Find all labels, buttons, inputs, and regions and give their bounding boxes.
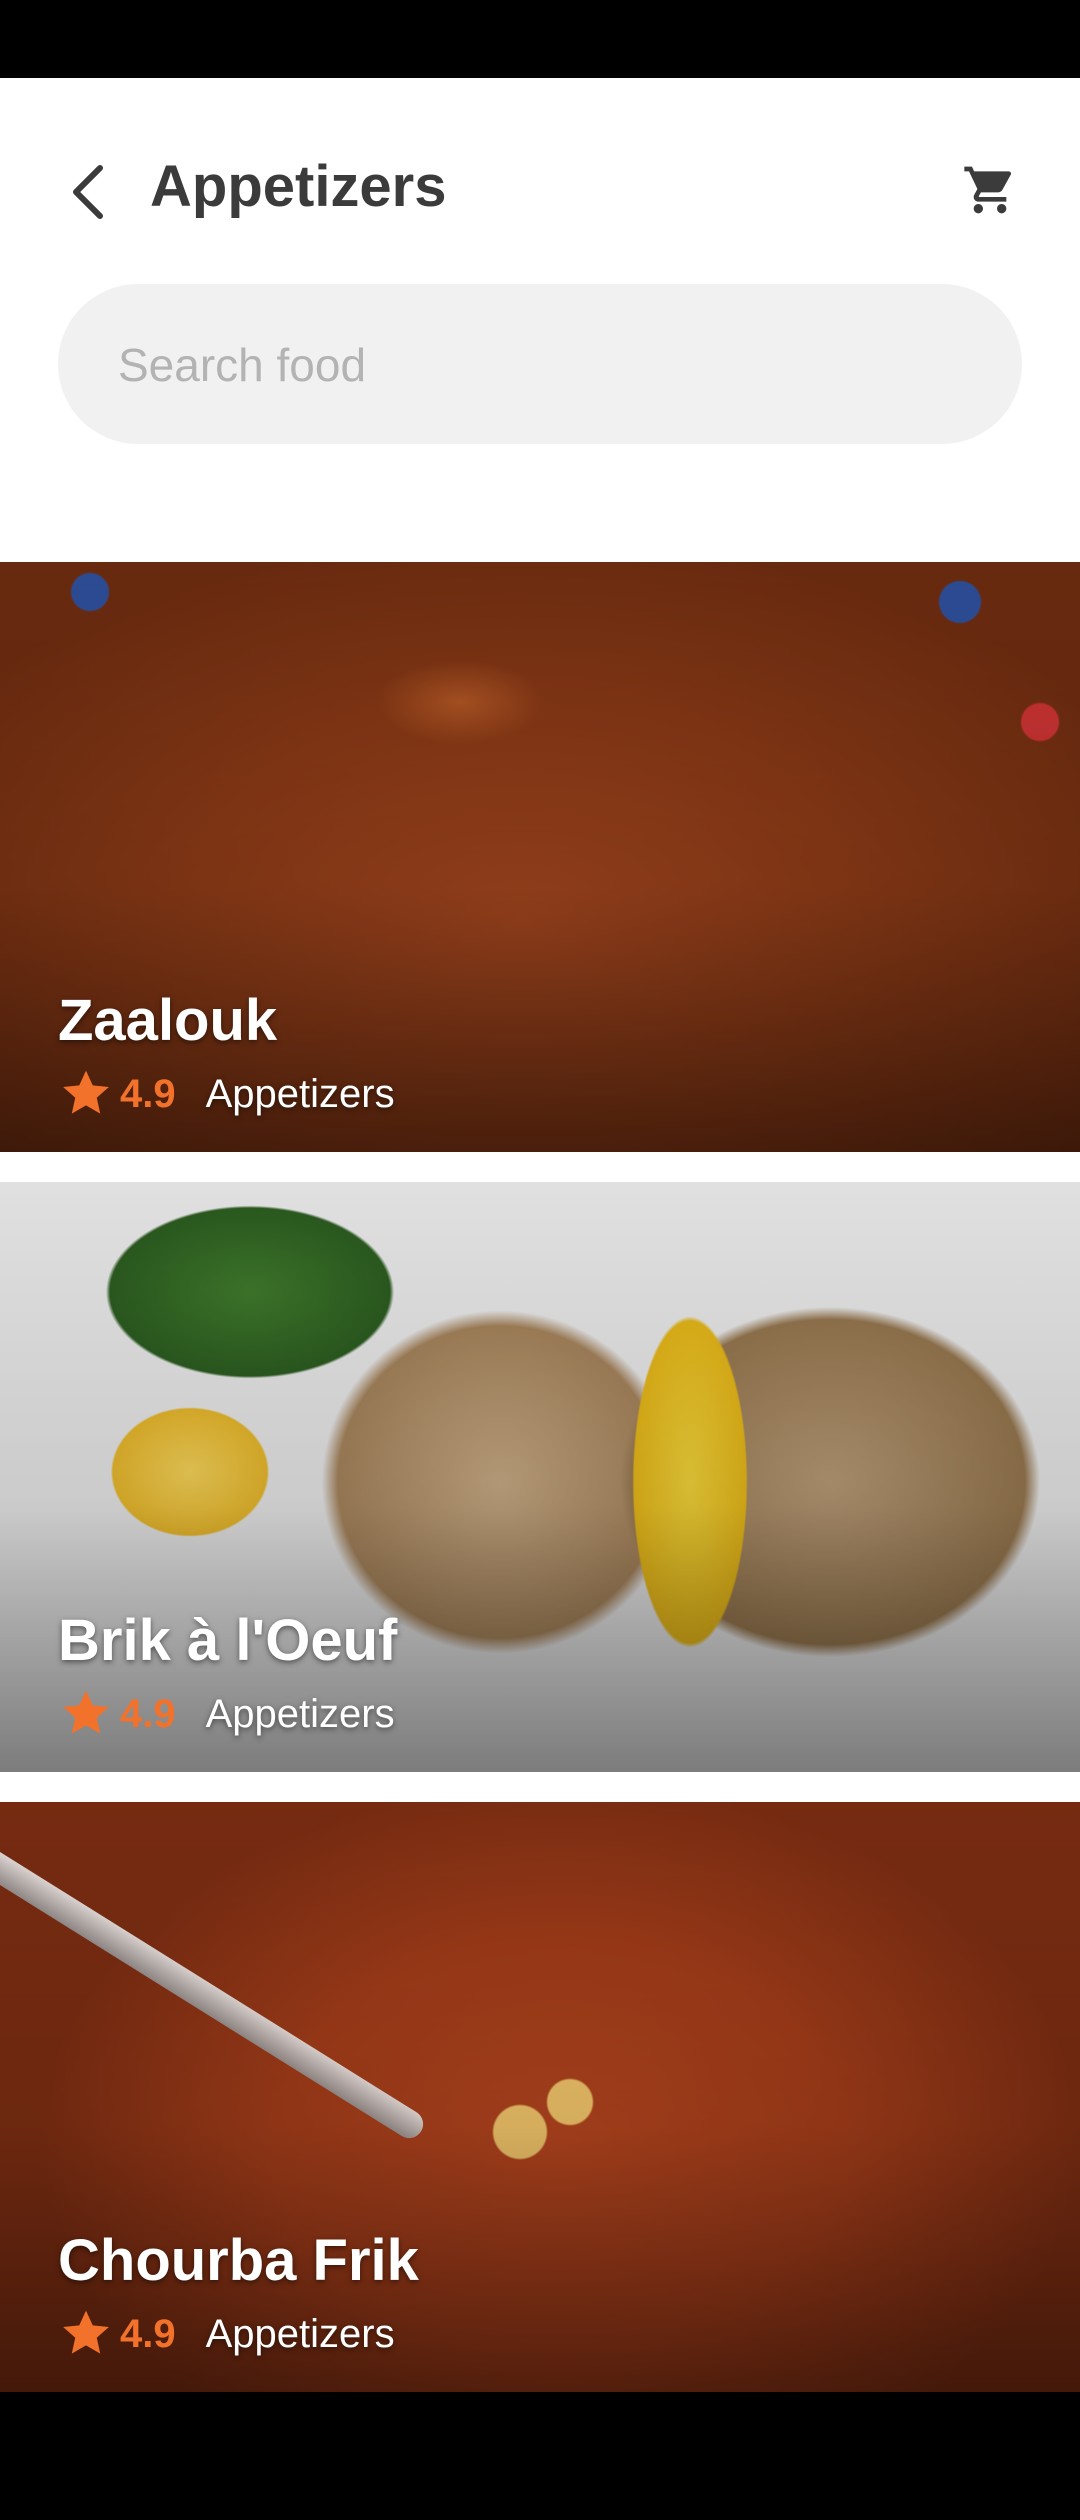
- navigation-bar: [0, 2392, 1080, 2520]
- back-button[interactable]: [58, 150, 118, 234]
- cart-icon: [964, 166, 1012, 214]
- back-arrow-icon: [73, 165, 103, 219]
- status-bar: [0, 0, 1080, 78]
- food-card-chourba[interactable]: Chourba Frik 4.9 Appetizers: [0, 1802, 1080, 2392]
- food-rating: 4.9: [120, 2311, 176, 2356]
- food-rating: 4.9: [120, 1691, 176, 1736]
- star-icon: [63, 1690, 109, 1734]
- food-category: Appetizers: [205, 1071, 395, 1116]
- app-bar: Appetizers: [0, 78, 1080, 288]
- page-title: Appetizers: [150, 154, 447, 219]
- star-icon: [63, 1070, 109, 1114]
- food-meta: 4.9 Appetizers: [58, 1686, 395, 1742]
- food-card-brik[interactable]: Brik à l'Oeuf 4.9 Appetizers: [0, 1182, 1080, 1772]
- food-name: Brik à l'Oeuf: [58, 1608, 398, 1673]
- food-category: Appetizers: [205, 2311, 395, 2356]
- cart-button[interactable]: [950, 148, 1030, 232]
- food-category: Appetizers: [205, 1691, 395, 1736]
- food-meta: 4.9 Appetizers: [58, 1066, 395, 1122]
- star-icon: [63, 2310, 109, 2354]
- food-rating: 4.9: [120, 1071, 176, 1116]
- food-meta: 4.9 Appetizers: [58, 2306, 395, 2362]
- food-card-zaalouk[interactable]: Zaalouk 4.9 Appetizers: [0, 562, 1080, 1152]
- food-name: Zaalouk: [58, 988, 278, 1053]
- search-input[interactable]: [116, 284, 980, 446]
- food-name: Chourba Frik: [58, 2228, 419, 2293]
- search-bar[interactable]: [58, 284, 1022, 446]
